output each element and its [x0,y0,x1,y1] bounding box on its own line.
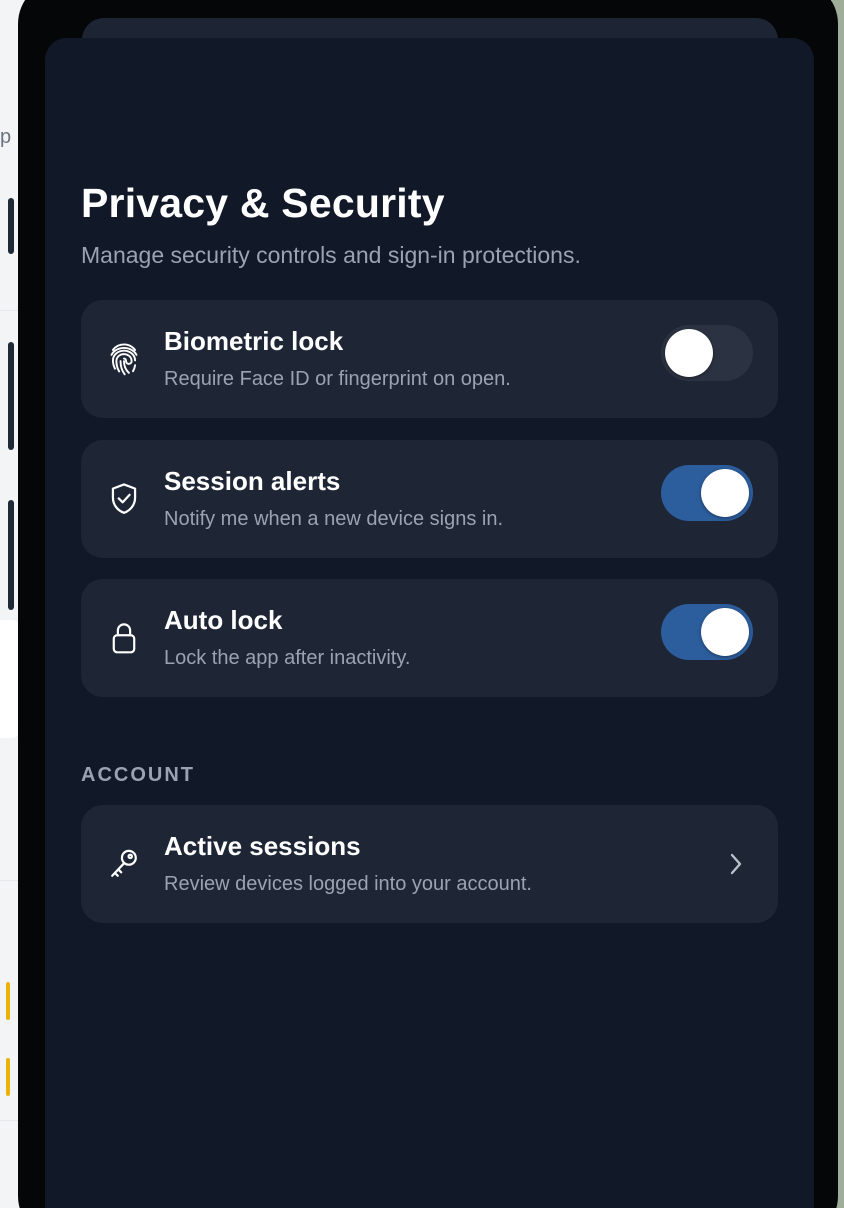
setting-auto-lock: Auto lock Lock the app after inactivity. [81,579,778,697]
setting-biometric-lock: Biometric lock Require Face ID or finger… [81,300,778,418]
key-icon [105,845,143,883]
setting-description: Notify me when a new device signs in. [164,508,504,530]
setting-label: Session alerts [164,466,341,496]
toggle-knob [665,329,713,377]
background-text-fragment: p [0,126,12,148]
session-alerts-toggle[interactable] [661,465,753,521]
active-sessions-row[interactable]: Active sessions Review devices logged in… [81,805,778,923]
lock-icon [105,619,143,657]
setting-description: Require Face ID or fingerprint on open. [164,368,511,390]
chevron-right-icon [726,851,746,877]
background-bar [8,342,14,450]
fingerprint-icon [105,340,143,378]
page-title: Privacy & Security [81,180,445,226]
page-subtitle: Manage security controls and sign-in pro… [81,242,581,268]
setting-label: Biometric lock [164,326,344,356]
setting-description: Lock the app after inactivity. [164,647,411,669]
auto-lock-toggle[interactable] [661,604,753,660]
section-header-account: ACCOUNT [81,764,195,786]
background-accent [6,982,10,1020]
shield-check-icon [105,480,143,518]
background-bar [8,500,14,610]
setting-session-alerts: Session alerts Notify me when a new devi… [81,440,778,558]
setting-label: Auto lock [164,605,283,635]
toggle-knob [701,608,749,656]
screen: p Privacy & Security Manage security con… [0,0,844,1208]
row-label: Active sessions [164,831,361,861]
biometric-lock-toggle[interactable] [661,325,753,381]
background-bar [8,198,14,254]
toggle-knob [701,469,749,517]
row-description: Review devices logged into your account. [164,873,532,895]
background-accent [6,1058,10,1096]
background-card [0,620,20,738]
